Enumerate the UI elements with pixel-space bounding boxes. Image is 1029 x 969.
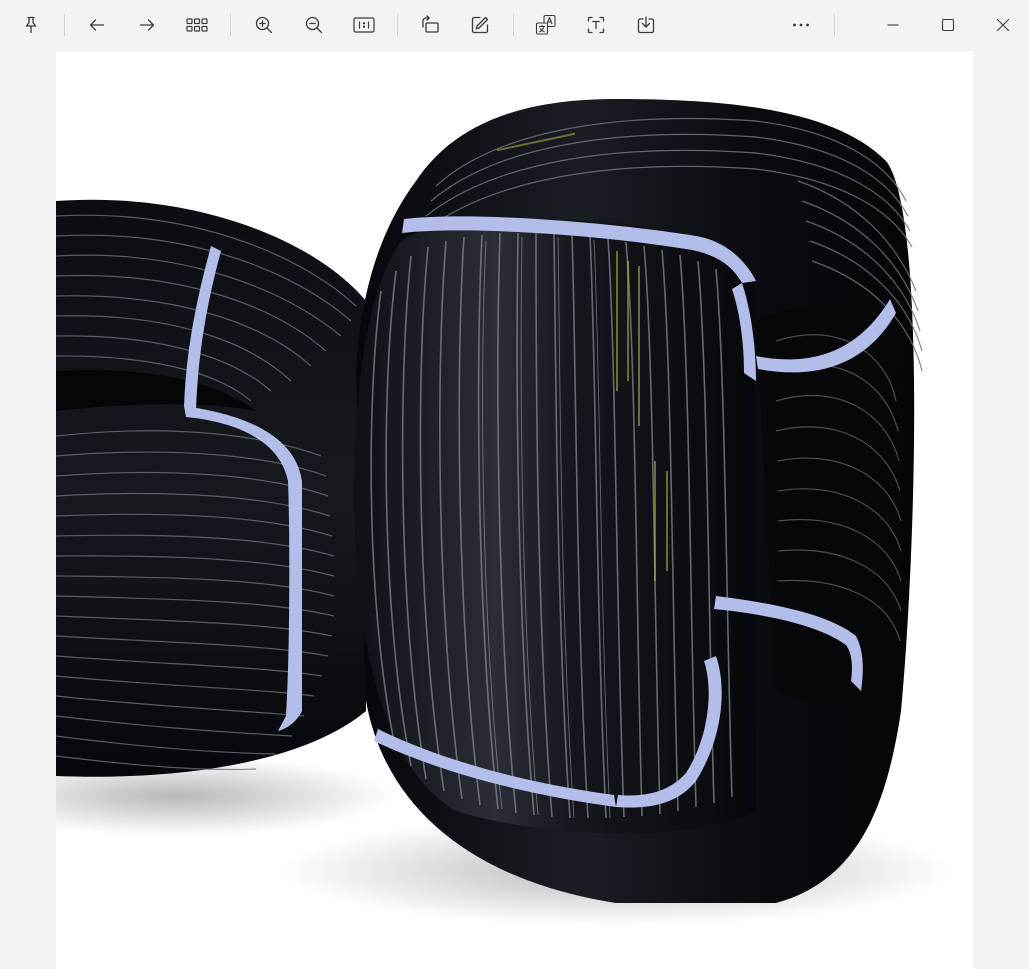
close-icon [996, 18, 1010, 32]
actual-size-button[interactable] [346, 7, 382, 43]
toolbar-separator [513, 14, 514, 36]
toolbar-separator [834, 14, 835, 36]
text-recognition-button[interactable] [578, 7, 614, 43]
image-viewer-window [0, 0, 1029, 969]
close-button[interactable] [985, 7, 1021, 43]
gallery-button[interactable] [179, 7, 215, 43]
zoom-out-button[interactable] [296, 7, 332, 43]
translate-icon [535, 14, 556, 35]
actual-size-icon [353, 17, 375, 33]
right-coil [354, 99, 923, 903]
image-canvas[interactable] [56, 51, 973, 969]
arrow-right-icon [139, 19, 155, 31]
toolbar-separator [397, 14, 398, 36]
toolbar-separator [230, 14, 231, 36]
pipe-coils-image [56, 99, 956, 926]
edit-icon [471, 16, 489, 34]
text-recognition-icon [587, 16, 605, 34]
previous-button[interactable] [79, 7, 115, 43]
arrow-left-icon [89, 19, 105, 31]
more-icon [793, 23, 809, 27]
zoom-in-icon [255, 16, 273, 34]
pin-button[interactable] [13, 7, 49, 43]
translate-button[interactable] [528, 7, 564, 43]
zoom-in-button[interactable] [246, 7, 282, 43]
zoom-out-icon [305, 16, 323, 34]
minimize-button[interactable] [875, 7, 911, 43]
edit-button[interactable] [462, 7, 498, 43]
toolbar [0, 0, 1029, 51]
grid-icon [186, 18, 208, 32]
download-icon [637, 16, 655, 34]
rotate-button[interactable] [412, 7, 448, 43]
next-button[interactable] [129, 7, 165, 43]
left-coil [56, 199, 366, 777]
more-button[interactable] [783, 7, 819, 43]
rotate-icon [422, 15, 439, 33]
minimize-icon [887, 24, 899, 26]
maximize-button[interactable] [930, 7, 966, 43]
save-button[interactable] [628, 7, 664, 43]
toolbar-separator [64, 14, 65, 36]
maximize-icon [941, 18, 955, 32]
pin-icon [25, 16, 37, 34]
